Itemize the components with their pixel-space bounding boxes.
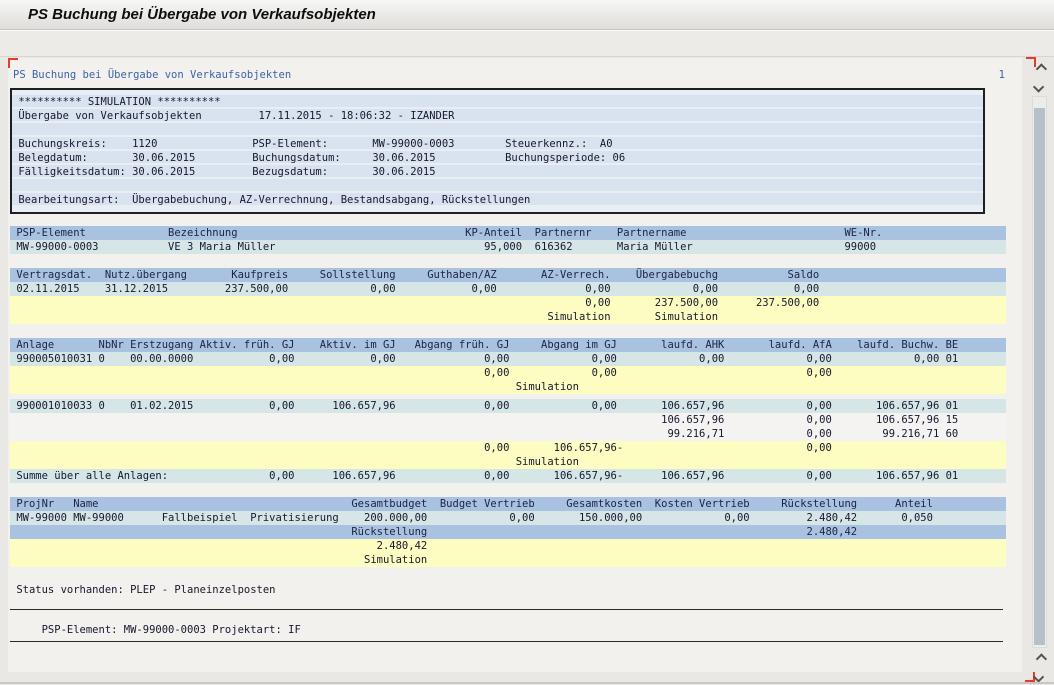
footer-line: PSP-Element: MW-99000-0003 Projektart: I… [10, 623, 1006, 637]
psp-element-table: PSP-Element Bezeichnung KP-Anteil Partne… [10, 226, 1006, 254]
report-line: 990001010033 0 01.02.2015 0,00 106.657,9… [10, 399, 1006, 413]
vertrag-table: Vertragsdat. Nutz.übergang Kaufpreis Sol… [10, 268, 1006, 324]
scroll-up-button-bottom[interactable] [1031, 650, 1048, 667]
report-line: 2.480,42 [10, 539, 1006, 553]
spacer [10, 610, 1010, 623]
report-line: Rückstellung 2.480,42 [10, 525, 1006, 539]
window-title: PS Buchung bei Übergabe von Verkaufsobje… [28, 6, 376, 23]
spacer [10, 254, 1010, 268]
report-line: MW-99000-0003 VE 3 Maria Müller 95,000 6… [10, 240, 1006, 254]
report-body: ********** SIMULATION ********** Übergab… [10, 88, 1010, 642]
projekt-table: ProjNr Name Gesamtbudget Budget Vertrieb… [10, 497, 1006, 567]
spacer [10, 567, 1010, 583]
report-line: PSP-Element: MW-99000-0003 Projektart: I… [10, 623, 1006, 637]
report-line: PSP-Element Bezeichnung KP-Anteil Partne… [10, 226, 1006, 240]
report-line: Buchungskreis: 1120 PSP-Element: MW-9900… [12, 137, 983, 151]
scrollbar-thumb[interactable] [1034, 108, 1045, 645]
report-line: 99.216,71 0,00 99.216,71 60 [10, 427, 1006, 441]
page-number: 1 [999, 68, 1005, 82]
report-line: ********** SIMULATION ********** [12, 95, 983, 109]
simulation-header-box: ********** SIMULATION ********** Übergab… [10, 88, 985, 214]
separator-rule [10, 641, 1003, 642]
list-corner-top-left-icon [8, 58, 18, 68]
report-area: PS Buchung bei Übergabe von Verkaufsobje… [8, 58, 1022, 672]
report-title-line: PS Buchung bei Übergabe von Verkaufsobje… [13, 68, 1005, 82]
report-line: Belegdatum: 30.06.2015 Buchungsdatum: 30… [12, 151, 983, 165]
spacer [10, 214, 1010, 226]
scrollbar-track[interactable] [1032, 96, 1047, 648]
scroll-up-button[interactable] [1031, 60, 1048, 77]
application-toolbar [0, 30, 1054, 57]
report-line: 106.657,96 0,00 106.657,96 15 [10, 413, 1006, 427]
report-line: Simulation Simulation [10, 310, 1006, 324]
report-line: 990005010031 0 00.00.0000 0,00 0,00 0,00… [10, 352, 1006, 366]
chevron-down-icon [1032, 671, 1043, 682]
report-line: MW-99000 MW-99000 Fallbeispiel Privatisi… [10, 511, 1006, 525]
report-line: 0,00 237.500,00 237.500,00 [10, 296, 1006, 310]
report-title: PS Buchung bei Übergabe von Verkaufsobje… [13, 68, 291, 82]
chevron-down-icon [1032, 81, 1043, 92]
report-line: Anlage NbNr Erstzugang Aktiv. früh. GJ A… [10, 338, 1006, 352]
report-line: Status vorhanden: PLEP - Planeinzelposte… [10, 583, 1006, 597]
window-titlebar: PS Buchung bei Übergabe von Verkaufsobje… [0, 0, 1054, 30]
report-line: Bearbeitungsart: Übergabebuchung, AZ-Ver… [12, 193, 983, 207]
report-line: Vertragsdat. Nutz.übergang Kaufpreis Sol… [10, 268, 1006, 282]
anlage-table-2: 990001010033 0 01.02.2015 0,00 106.657,9… [10, 399, 1006, 483]
chevron-up-icon [1035, 653, 1046, 664]
report-line: 0,00 0,00 0,00 [10, 366, 1006, 380]
report-line: Fälligkeitsdatum: 30.06.2015 Bezugsdatum… [12, 165, 983, 179]
spacer [10, 483, 1010, 497]
report-line [12, 123, 983, 137]
report-line: Simulation [10, 380, 1006, 394]
report-line: Summe über alle Anlagen: 0,00 106.657,96… [10, 469, 1006, 483]
spacer [10, 597, 1010, 609]
report-line: 02.11.2015 31.12.2015 237.500,00 0,00 0,… [10, 282, 1006, 296]
report-line [12, 179, 983, 193]
status-line: Status vorhanden: PLEP - Planeinzelposte… [10, 583, 1006, 597]
scroll-down-button[interactable] [1031, 78, 1048, 95]
vertical-scrollbar[interactable] [1031, 58, 1048, 682]
report-line: Simulation [10, 455, 1006, 469]
anlage-table-1: Anlage NbNr Erstzugang Aktiv. früh. GJ A… [10, 338, 1006, 394]
report-line: 0,00 106.657,96- 0,00 [10, 441, 1006, 455]
report-line: Simulation [10, 553, 1006, 567]
report-line: Übergabe von Verkaufsobjekten 17.11.2015… [12, 109, 983, 123]
chevron-up-icon [1035, 63, 1046, 74]
spacer [10, 324, 1010, 338]
report-line: ProjNr Name Gesamtbudget Budget Vertrieb… [10, 497, 1006, 511]
